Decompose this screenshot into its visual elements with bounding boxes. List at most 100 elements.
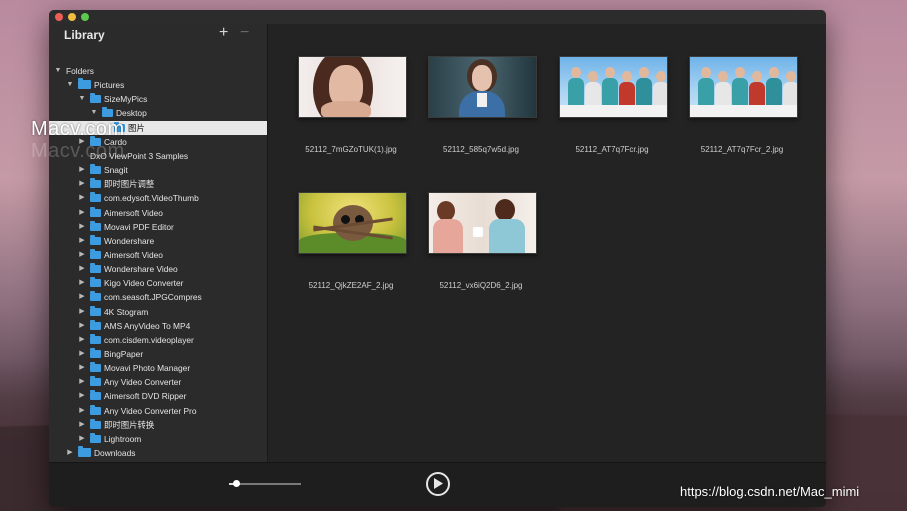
folder-icon <box>90 164 101 175</box>
watermark-text: Macv.com <box>31 118 125 140</box>
disclosure-closed-icon[interactable]: ▶ <box>78 333 86 347</box>
sidebar-item[interactable]: ▶ Movavi Photo Manager <box>49 361 267 375</box>
folder-icon <box>90 192 101 203</box>
sidebar-item-label: Snagit <box>104 165 128 176</box>
sidebar-item[interactable]: ▼ Pictures <box>49 78 267 92</box>
disclosure-closed-icon[interactable]: ▶ <box>78 177 86 191</box>
group-photo-icon[interactable] <box>689 56 798 118</box>
disclosure-closed-icon[interactable]: ▶ <box>78 234 86 248</box>
sidebar-item-label: Any Video Converter <box>104 377 182 388</box>
folder-icon <box>90 291 101 302</box>
sidebar-item-label: Aimersoft Video <box>104 207 163 218</box>
disclosure-closed-icon[interactable]: ▶ <box>78 319 86 333</box>
folder-icon <box>90 404 101 415</box>
thumbnail-caption: 52112_vx6iQ2D6_2.jpg <box>439 281 523 290</box>
sidebar-item[interactable]: ▶ Lightroom <box>49 432 267 446</box>
sidebar-item[interactable]: ▶ 4K Stogram <box>49 305 267 319</box>
sidebar-item-label: Movavi Photo Manager <box>104 363 191 374</box>
disclosure-open-icon[interactable]: ▼ <box>54 64 62 78</box>
sidebar-item[interactable]: ▶ BingPaper <box>49 347 267 361</box>
disclosure-closed-icon[interactable]: ▶ <box>78 432 86 446</box>
folder-icon <box>90 178 101 189</box>
sidebar-item[interactable]: ▶ Wondershare <box>49 234 267 248</box>
sidebar-item-label: Wondershare Video <box>104 264 178 275</box>
play-icon <box>434 478 443 489</box>
sidebar-item[interactable]: ▶ AMS AnyVideo To MP4 <box>49 319 267 333</box>
folder-icon <box>90 362 101 373</box>
thumbnail-size-slider[interactable] <box>229 480 301 487</box>
sidebar-item[interactable]: ▶ Aimersoft Video <box>49 248 267 262</box>
disclosure-closed-icon[interactable]: ▶ <box>78 361 86 375</box>
group-photo-icon[interactable] <box>559 56 668 118</box>
folder-icon <box>90 319 101 330</box>
spider-macro-icon[interactable] <box>298 192 407 254</box>
disclosure-closed-icon[interactable]: ▶ <box>78 276 86 290</box>
sidebar-item[interactable]: ▶ com.edysoft.VideoThumb <box>49 191 267 205</box>
disclosure-closed-icon[interactable]: ▶ <box>78 347 86 361</box>
sidebar-item[interactable]: ▶ 即时图片调整 <box>49 177 267 191</box>
remove-folder-button[interactable]: − <box>240 24 249 42</box>
folder-icon <box>90 348 101 358</box>
disclosure-closed-icon[interactable]: ▶ <box>78 290 86 304</box>
folder-icon <box>90 376 101 387</box>
folder-icon <box>78 78 91 90</box>
title-bar <box>49 10 826 24</box>
sidebar-header: Library + − <box>49 24 267 50</box>
sidebar-item-label: com.edysoft.VideoThumb <box>104 193 199 204</box>
sidebar-item-label: BingPaper <box>104 349 144 359</box>
watermark-echo: Macv.com <box>31 140 125 162</box>
source-url-watermark: https://blog.csdn.net/Mac_mimi <box>680 484 860 499</box>
slideshow-play-button[interactable] <box>426 472 450 496</box>
portrait-woman-denim-icon[interactable] <box>428 56 537 118</box>
disclosure-closed-icon[interactable]: ▶ <box>78 262 86 276</box>
sidebar-item[interactable]: ▶ Downloads <box>49 446 267 460</box>
disclosure-closed-icon[interactable]: ▶ <box>78 163 86 177</box>
sidebar-item[interactable]: ▶ Snagit <box>49 163 267 177</box>
slider-knob[interactable] <box>233 480 241 487</box>
disclosure-closed-icon[interactable]: ▶ <box>78 305 86 319</box>
disclosure-closed-icon[interactable]: ▶ <box>66 446 74 460</box>
sidebar-item[interactable]: ▶ Any Video Converter Pro <box>49 404 267 418</box>
sidebar-item[interactable]: ▼ SizeMyPics <box>49 92 267 106</box>
minimize-window-button[interactable] <box>68 13 76 21</box>
disclosure-closed-icon[interactable]: ▶ <box>78 191 86 205</box>
disclosure-closed-icon[interactable]: ▶ <box>78 206 86 220</box>
sidebar-item-label: SizeMyPics <box>104 94 148 105</box>
close-window-button[interactable] <box>55 13 63 21</box>
add-folder-button[interactable]: + <box>219 24 228 42</box>
sidebar-item-label: com.cisdem.videoplayer <box>104 334 194 345</box>
sidebar-item[interactable]: ▶ Aimersoft Video <box>49 206 267 220</box>
folder-icon <box>90 333 101 344</box>
disclosure-open-icon[interactable]: ▼ <box>78 92 86 106</box>
two-women-cafe-icon[interactable] <box>428 192 537 254</box>
disclosure-closed-icon[interactable]: ▶ <box>78 248 86 262</box>
portrait-woman-icon[interactable] <box>298 56 407 118</box>
library-sidebar: Library + − ▼ Folders ▼ Pictures ▼ SizeMyPics… <box>49 24 268 462</box>
sidebar-item-label: Wondershare <box>104 235 155 246</box>
sidebar-item[interactable]: ▶ Movavi PDF Editor <box>49 220 267 234</box>
sidebar-item-label: Kigo Video Converter <box>104 278 184 289</box>
sidebar-item[interactable]: ▶ Kigo Video Converter <box>49 276 267 290</box>
folder-icon <box>90 248 101 259</box>
zoom-window-button[interactable] <box>81 13 89 21</box>
sidebar-item-label: Aimersoft Video <box>104 249 163 260</box>
sidebar-item-label: Pictures <box>94 80 125 91</box>
disclosure-closed-icon[interactable]: ▶ <box>78 404 86 418</box>
sidebar-item[interactable]: ▶ Wondershare Video <box>49 262 267 276</box>
sidebar-item[interactable]: ▶ com.seasoft.JPGCompres <box>49 290 267 304</box>
sidebar-item[interactable]: ▶ Any Video Converter <box>49 375 267 389</box>
disclosure-closed-icon[interactable]: ▶ <box>78 220 86 234</box>
sidebar-item[interactable]: ▶ 即时图片转换 <box>49 418 267 432</box>
sidebar-item[interactable]: ▶ com.cisdem.videoplayer <box>49 333 267 347</box>
folder-icon <box>102 107 113 118</box>
folder-icon <box>90 418 101 429</box>
sidebar-item[interactable]: ▼ Folders <box>49 64 267 78</box>
thumbnail-grid: 52112_7mGZoTUK(1).jpg 52112_585q7w5d.jpg 5… <box>268 24 826 462</box>
sidebar-item-label: Lightroom <box>104 433 142 444</box>
sidebar-item-label: 图片 <box>128 122 145 133</box>
disclosure-closed-icon[interactable]: ▶ <box>78 418 86 432</box>
disclosure-closed-icon[interactable]: ▶ <box>78 389 86 403</box>
disclosure-open-icon[interactable]: ▼ <box>66 78 74 92</box>
sidebar-item[interactable]: ▶ Aimersoft DVD Ripper <box>49 389 267 403</box>
disclosure-closed-icon[interactable]: ▶ <box>78 375 86 389</box>
